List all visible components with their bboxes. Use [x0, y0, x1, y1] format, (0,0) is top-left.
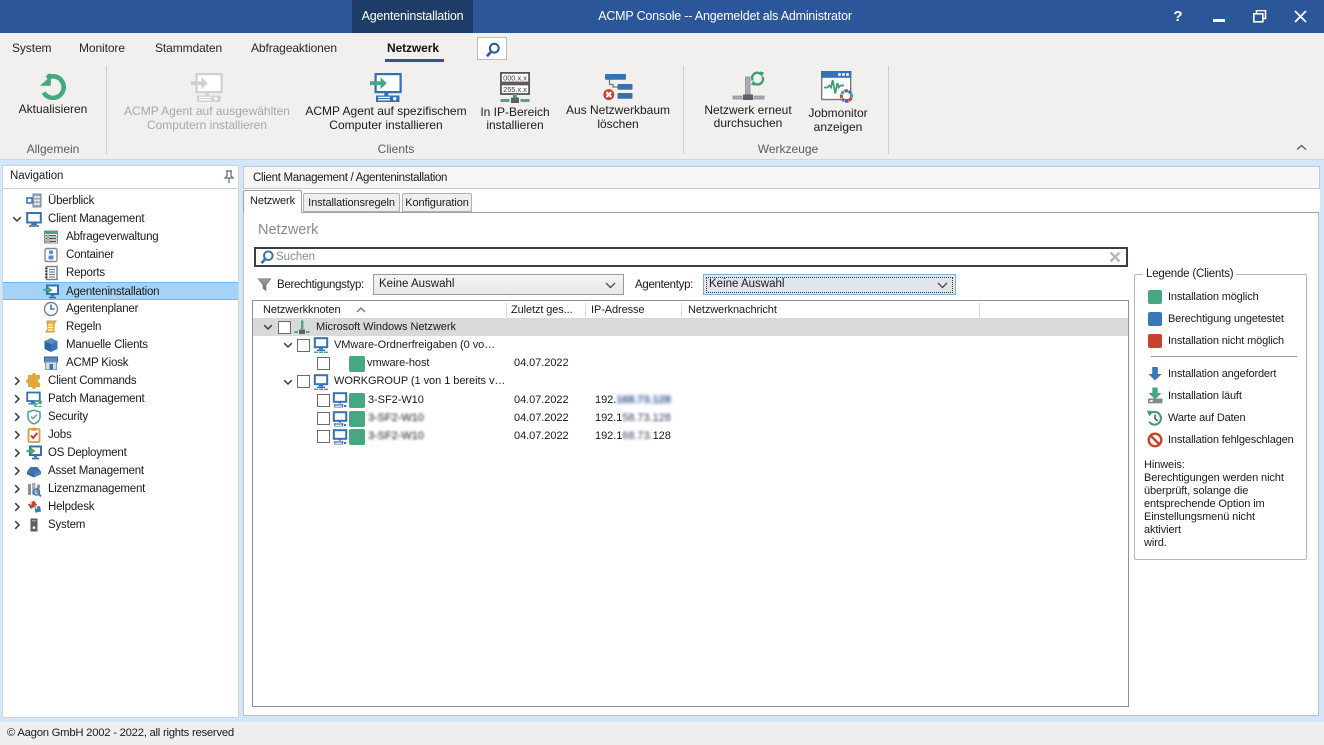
svg-text:255.x.x: 255.x.x — [503, 84, 527, 93]
svg-text:000.x.x: 000.x.x — [503, 73, 527, 82]
